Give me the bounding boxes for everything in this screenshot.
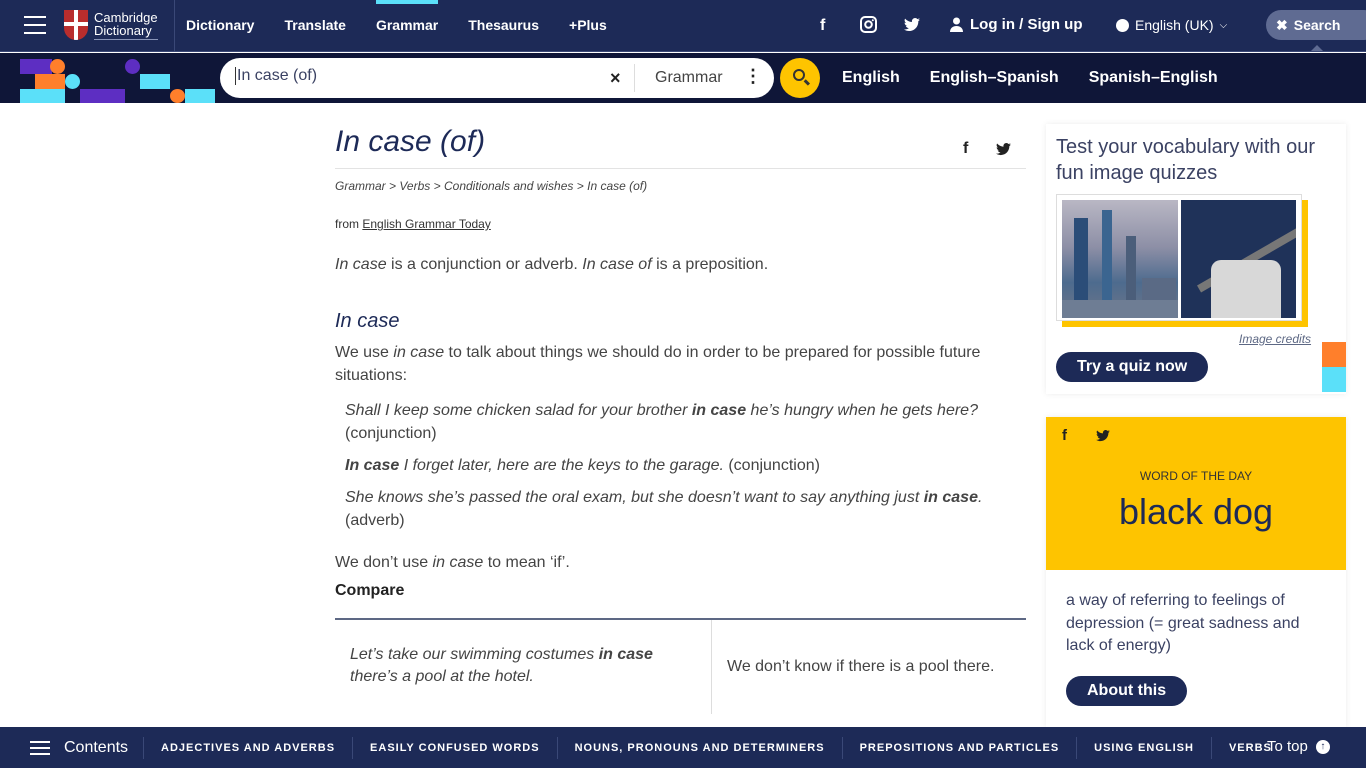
main-nav: Dictionary Translate Grammar Thesaurus +…: [186, 0, 637, 52]
try-quiz-button[interactable]: Try a quiz now: [1056, 352, 1209, 382]
quiz-images[interactable]: [1056, 194, 1302, 321]
nav-grammar[interactable]: Grammar: [375, 0, 439, 52]
contents-item-confused-words[interactable]: EASILY CONFUSED WORDS: [352, 736, 557, 759]
dictionary-selector[interactable]: Grammar: [655, 69, 723, 87]
quiz-promo-card: Test your vocabulary with our fun image …: [1046, 124, 1346, 394]
cambridge-dictionary-logo[interactable]: Cambridge Dictionary: [64, 10, 158, 40]
search-bar: × Grammar ⋮ English English–Spanish Span…: [0, 53, 1366, 103]
contents-item-nouns[interactable]: NOUNS, PRONOUNS AND DETERMINERS: [556, 736, 842, 759]
logo-line1: Cambridge: [94, 9, 158, 25]
instagram-icon[interactable]: [860, 16, 877, 38]
language-label: English (UK): [1135, 17, 1214, 33]
article: In case (of) f Grammar > Verbs > Conditi…: [335, 120, 1026, 714]
divider: [174, 0, 175, 52]
intro-text: In case is a conjunction or adverb. In c…: [335, 256, 769, 273]
to-top-button[interactable]: To top ↑: [1267, 738, 1330, 755]
contents-item-adjectives[interactable]: ADJECTIVES AND ADVERBS: [143, 736, 352, 759]
close-icon: ✖: [1276, 16, 1288, 33]
breadcrumb: Grammar > Verbs > Conditionals and wishe…: [335, 179, 648, 193]
compare-cell-left: Let’s take our swimming costumes in case…: [335, 620, 712, 714]
breadcrumb-conditionals[interactable]: Conditionals and wishes: [444, 179, 573, 193]
about-this-button[interactable]: About this: [1066, 675, 1188, 706]
page-title: In case (of): [335, 125, 486, 158]
contents-item-prepositions[interactable]: PREPOSITIONS AND PARTICLES: [841, 736, 1077, 759]
chevron-down-icon: ⌵: [1219, 19, 1228, 31]
breadcrumb-verbs[interactable]: Verbs: [399, 179, 430, 193]
twitter-share-icon[interactable]: [1096, 429, 1110, 446]
logo-line2: Dictionary: [94, 22, 152, 38]
quiz-title: Test your vocabulary with our fun image …: [1056, 136, 1316, 184]
clear-search-icon[interactable]: ×: [610, 68, 621, 89]
contents-item-using-english[interactable]: USING ENGLISH: [1076, 736, 1211, 759]
example-item: Shall I keep some chicken salad for your…: [345, 402, 978, 442]
search-button[interactable]: [780, 58, 820, 98]
decorative-square-orange: [1322, 342, 1346, 367]
twitter-share-icon[interactable]: [996, 143, 1011, 161]
usage-text: We use in case to talk about things we s…: [335, 344, 981, 384]
contents-menu-icon[interactable]: [30, 737, 50, 759]
search-input[interactable]: [235, 67, 595, 85]
compare-heading: Compare: [335, 582, 405, 599]
wotd-word[interactable]: black dog: [1046, 491, 1346, 533]
search-box: × Grammar ⋮: [220, 58, 774, 98]
menu-icon[interactable]: [24, 16, 46, 34]
facebook-share-icon[interactable]: f: [963, 140, 968, 158]
wotd-label: WORD OF THE DAY: [1139, 469, 1253, 483]
compare-table: Let’s take our swimming costumes in case…: [335, 618, 1026, 714]
dict-link-english[interactable]: English: [842, 53, 900, 103]
search-icon: [793, 69, 805, 81]
to-top-label: To top: [1267, 738, 1308, 755]
source-line: from English Grammar Today: [335, 217, 491, 231]
dict-link-spanish-english[interactable]: Spanish–English: [1089, 53, 1218, 103]
example-item: In case I forget later, here are the key…: [345, 457, 820, 474]
image-credits-link[interactable]: Image credits: [1239, 332, 1311, 346]
language-selector[interactable]: English (UK) ⌵: [1116, 17, 1227, 33]
nav-translate[interactable]: Translate: [284, 0, 345, 52]
breadcrumb-grammar[interactable]: Grammar: [335, 179, 386, 193]
word-of-the-day-card: f WORD OF THE DAY black dog a way of ref…: [1046, 417, 1346, 727]
dict-link-english-spanish[interactable]: English–Spanish: [930, 53, 1059, 103]
city-skyline-image: [1062, 200, 1178, 318]
facebook-icon[interactable]: f: [820, 17, 825, 35]
compare-cell-right: We don’t know if there is a pool there.: [727, 658, 995, 675]
login-link[interactable]: Log in / Sign up: [950, 16, 1082, 33]
more-options-icon[interactable]: ⋮: [744, 67, 762, 85]
top-navigation-bar: Cambridge Dictionary Dictionary Translat…: [0, 0, 1366, 52]
source-link[interactable]: English Grammar Today: [362, 217, 491, 231]
windmill-image: [1180, 200, 1296, 318]
twitter-icon[interactable]: [904, 18, 920, 37]
example-item: She knows she’s passed the oral exam, bu…: [345, 489, 983, 529]
divider: [634, 64, 635, 92]
breadcrumb-current[interactable]: In case (of): [587, 179, 647, 193]
globe-icon: [1116, 18, 1129, 32]
wotd-definition: a way of referring to feelings of depres…: [1066, 592, 1300, 654]
examples-list: Shall I keep some chicken salad for your…: [335, 399, 1026, 532]
contents-bar: Contents ADJECTIVES AND ADVERBS EASILY C…: [0, 727, 1366, 768]
dictionary-links: English English–Spanish Spanish–English: [842, 53, 1248, 103]
arrow-up-icon: ↑: [1315, 739, 1330, 754]
login-label: Log in / Sign up: [970, 16, 1083, 33]
search-toggle-button[interactable]: ✖ Search: [1266, 10, 1366, 51]
search-toggle-label: Search: [1293, 17, 1341, 33]
section-heading: In case: [335, 310, 400, 332]
contents-button[interactable]: Contents: [64, 739, 128, 757]
facebook-share-icon[interactable]: f: [1062, 427, 1067, 444]
nav-dictionary[interactable]: Dictionary: [186, 0, 254, 52]
cambridge-shield-icon: [64, 10, 88, 40]
nav-plus[interactable]: +Plus: [569, 0, 607, 52]
note-text: We don’t use in case to mean ‘if’.: [335, 554, 570, 571]
divider: [335, 168, 1026, 169]
decorative-square-cyan: [1322, 367, 1346, 392]
user-icon: [950, 17, 963, 32]
nav-thesaurus[interactable]: Thesaurus: [468, 0, 539, 52]
